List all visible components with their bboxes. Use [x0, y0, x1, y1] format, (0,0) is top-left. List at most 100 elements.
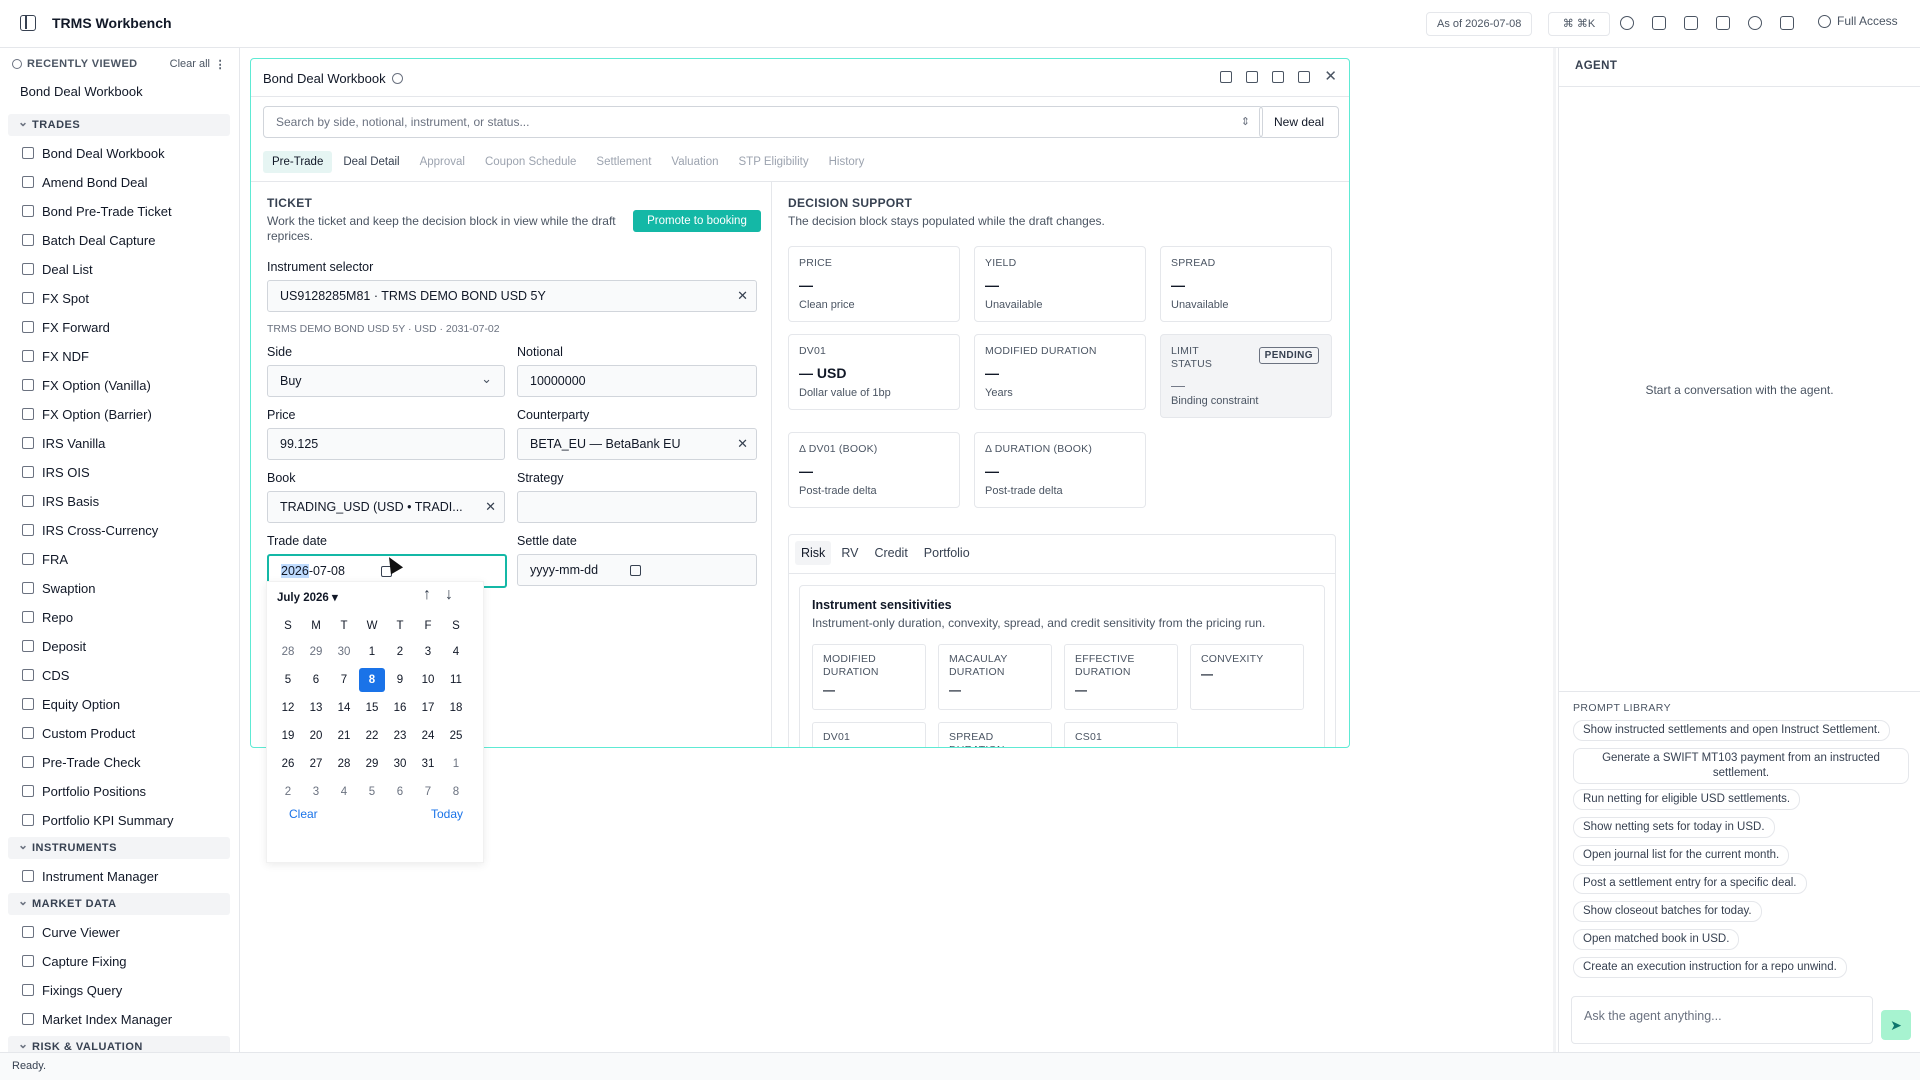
as-of-date[interactable]: As of 2026-07-08 — [1426, 12, 1533, 36]
calendar-day[interactable]: 10 — [415, 668, 441, 692]
calendar-day[interactable]: 5 — [275, 668, 301, 692]
calendar-day[interactable]: 2 — [387, 640, 413, 664]
calendar-day[interactable]: 16 — [387, 696, 413, 720]
calendar-day[interactable]: 27 — [303, 752, 329, 776]
sidebar-item[interactable]: IRS OIS — [22, 462, 90, 482]
calendar-day[interactable]: 19 — [275, 724, 301, 748]
month-year-dropdown[interactable]: July 2026 ▾ — [277, 590, 338, 604]
inbox-icon[interactable] — [1652, 16, 1666, 30]
calendar-day[interactable]: 18 — [443, 696, 469, 720]
sidebar-item[interactable]: Market Index Manager — [22, 1009, 172, 1029]
sidebar-item[interactable]: Instrument Manager — [22, 866, 158, 886]
layout-icon[interactable] — [1684, 16, 1698, 30]
calendar-day[interactable]: 20 — [303, 724, 329, 748]
risk-tab-portfolio[interactable]: Portfolio — [918, 541, 976, 565]
risk-tab-rv[interactable]: RV — [835, 541, 864, 565]
sidebar-section-market-data[interactable]: MARKET DATA — [8, 890, 230, 915]
calendar-day[interactable]: 25 — [443, 724, 469, 748]
book-selector[interactable]: TRADING_USD (USD • TRADI... ✕ — [267, 491, 505, 523]
sidebar-item[interactable]: IRS Cross-Currency — [22, 520, 158, 540]
gear-icon[interactable] — [1748, 16, 1762, 30]
calendar-day[interactable]: 7 — [331, 668, 357, 692]
calendar-day[interactable]: 3 — [415, 640, 441, 664]
arrow-up-icon[interactable]: ↑ — [423, 586, 445, 603]
bell-icon[interactable] — [1620, 16, 1634, 30]
sidebar-item[interactable]: Custom Product — [22, 723, 135, 743]
sidebar-item[interactable]: Bond Pre-Trade Ticket — [22, 201, 172, 221]
calendar-day[interactable]: 8 — [443, 780, 469, 804]
settle-date-input[interactable]: yyyy-mm-dd — [517, 554, 757, 586]
calendar-day[interactable]: 4 — [443, 640, 469, 664]
sidebar-item[interactable]: Curve Viewer — [22, 922, 120, 942]
tab-stp-eligibility[interactable]: STP Eligibility — [730, 151, 818, 173]
strategy-input[interactable] — [517, 491, 757, 523]
access-indicator[interactable]: Full Access — [1818, 14, 1898, 28]
prompt-chip[interactable]: Generate a SWIFT MT103 payment from an i… — [1573, 748, 1909, 784]
tab-settlement[interactable]: Settlement — [587, 151, 660, 173]
calendar-day[interactable]: 6 — [303, 668, 329, 692]
clear-icon[interactable]: ✕ — [737, 429, 748, 459]
prompt-chip[interactable]: Open matched book in USD. — [1573, 929, 1740, 950]
chevron-updown-icon[interactable]: ⇕ — [1241, 107, 1250, 137]
calendar-day[interactable]: 11 — [443, 668, 469, 692]
sidebar-item[interactable]: Equity Option — [22, 694, 120, 714]
pin-icon[interactable] — [1220, 71, 1233, 83]
sidebar-item[interactable]: Portfolio Positions — [22, 781, 146, 801]
calendar-day[interactable]: 23 — [387, 724, 413, 748]
prompt-chip[interactable]: Open journal list for the current month. — [1573, 845, 1790, 866]
price-input[interactable]: 99.125 — [267, 428, 505, 460]
send-icon[interactable]: ➤ — [1881, 1010, 1911, 1040]
calendar-day[interactable]: 9 — [387, 668, 413, 692]
prompt-chip[interactable]: Create an execution instruction for a re… — [1573, 957, 1847, 978]
tab-coupon-schedule[interactable]: Coupon Schedule — [476, 151, 585, 173]
close-icon[interactable]: ✕ — [1324, 69, 1337, 84]
sidebar-item[interactable]: FX Forward — [22, 317, 110, 337]
calendar-day[interactable]: 24 — [415, 724, 441, 748]
calendar-day[interactable]: 28 — [275, 640, 301, 664]
sidebar-section-trades[interactable]: TRADES — [8, 111, 230, 136]
arrow-down-icon[interactable]: ↓ — [445, 586, 467, 603]
calendar-day[interactable]: 26 — [275, 752, 301, 776]
folder-icon[interactable] — [1716, 16, 1730, 30]
sidebar-section-instruments[interactable]: INSTRUMENTS — [8, 834, 230, 859]
calendar-day[interactable]: 21 — [331, 724, 357, 748]
sidebar-item[interactable]: FX Option (Barrier) — [22, 404, 152, 424]
agent-input[interactable]: Ask the agent anything... — [1571, 996, 1873, 1044]
sidebar-section-risk-valuation[interactable]: RISK & VALUATION — [8, 1033, 230, 1052]
resize-handle[interactable] — [1553, 48, 1556, 1052]
chat-icon[interactable] — [1780, 16, 1794, 30]
risk-tab-risk[interactable]: Risk — [795, 541, 832, 565]
sidebar-item[interactable]: Portfolio KPI Summary — [22, 810, 174, 830]
side-select[interactable]: Buy ⌄ — [267, 365, 505, 397]
tab-approval[interactable]: Approval — [411, 151, 474, 173]
today-button[interactable]: Today — [431, 807, 463, 821]
calendar-icon[interactable] — [630, 565, 641, 576]
sidebar-item[interactable]: FX Spot — [22, 288, 89, 308]
clear-all-button[interactable]: Clear all — [170, 58, 210, 70]
recent-item[interactable]: Bond Deal Workbook — [20, 84, 143, 99]
clear-icon[interactable]: ✕ — [485, 492, 496, 522]
counterparty-selector[interactable]: BETA_EU — BetaBank EU ✕ — [517, 428, 757, 460]
kebab-menu-icon[interactable]: ⋮ — [215, 58, 226, 71]
sidebar-item[interactable]: IRS Basis — [22, 491, 99, 511]
sidebar-item[interactable]: Deal List — [22, 259, 93, 279]
tab-deal-detail[interactable]: Deal Detail — [334, 151, 408, 173]
command-palette-button[interactable]: ⌘ ⌘K — [1548, 12, 1610, 36]
prompt-chip[interactable]: Show closeout batches for today. — [1573, 901, 1762, 922]
calendar-day[interactable]: 29 — [359, 752, 385, 776]
clear-icon[interactable]: ✕ — [737, 281, 748, 311]
sidebar-item[interactable]: Pre-Trade Check — [22, 752, 141, 772]
tab-pre-trade[interactable]: Pre-Trade — [263, 151, 333, 173]
save-icon[interactable] — [1246, 71, 1259, 83]
sidebar-toggle-icon[interactable] — [20, 15, 36, 31]
calendar-day[interactable]: 30 — [387, 752, 413, 776]
tab-history[interactable]: History — [820, 151, 874, 173]
sidebar-item[interactable]: Batch Deal Capture — [22, 230, 155, 250]
sidebar-item[interactable]: Fixings Query — [22, 980, 122, 1000]
sidebar-item[interactable]: CDS — [22, 665, 69, 685]
clear-date-button[interactable]: Clear — [289, 807, 318, 821]
calendar-day[interactable]: 29 — [303, 640, 329, 664]
calendar-day[interactable]: 17 — [415, 696, 441, 720]
sidebar-item[interactable]: FX NDF — [22, 346, 89, 366]
tab-valuation[interactable]: Valuation — [662, 151, 727, 173]
